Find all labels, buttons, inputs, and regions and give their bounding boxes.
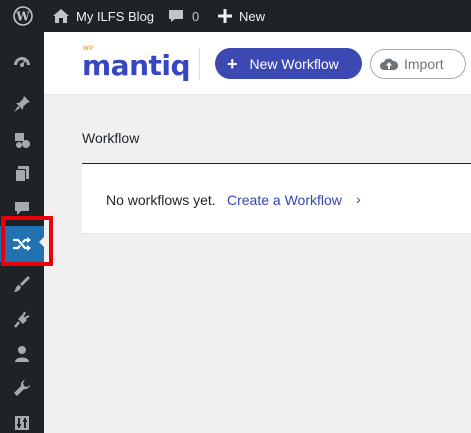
chevron-right-icon[interactable]: › [356,191,361,207]
pages-icon[interactable] [0,158,44,190]
plugin-header: WP mantiq + New Workflow Import [44,32,471,95]
dashboard-gauge-icon[interactable] [0,46,44,78]
site-name: My ILFS Blog [76,8,155,24]
plus-icon [218,9,232,23]
import-button[interactable]: Import [370,49,466,79]
wordpress-icon[interactable]: W [10,0,36,32]
svg-text:W: W [15,10,30,24]
comments-link[interactable]: 0 [168,0,199,32]
plus-icon: + [227,53,238,74]
users-icon[interactable] [0,338,44,370]
new-label: New [239,8,266,24]
new-workflow-button[interactable]: + New Workflow [215,48,362,79]
header-divider [199,48,200,80]
logo-mantiq-text: mantiq [82,49,191,82]
paintbrush-appearance-icon[interactable] [0,268,44,300]
pushpin-posts-icon[interactable] [0,88,44,120]
cloud-upload-icon [380,57,398,71]
mantiq-logo[interactable]: WP mantiq [82,44,191,82]
settings-icon[interactable] [0,407,44,433]
admin-bar: W My ILFS Blog 0 New [0,0,471,32]
media-icon[interactable] [0,124,44,156]
comments-count: 0 [192,8,200,24]
wrench-tools-icon[interactable] [0,372,44,404]
create-workflow-link[interactable]: Create a Workflow [227,192,342,208]
plugin-icon[interactable] [0,304,44,336]
highlight-box [1,216,53,266]
new-workflow-label: New Workflow [249,55,339,72]
home-icon [52,8,70,24]
import-label: Import [404,56,444,72]
new-content-link[interactable]: New [218,0,265,32]
page-title: Workflow [82,130,140,146]
empty-state-panel: No workflows yet. Create a Workflow › [82,164,471,234]
empty-state-text: No workflows yet. [106,192,216,208]
comment-bubble-icon [168,8,184,24]
site-name-link[interactable]: My ILFS Blog [52,0,154,32]
